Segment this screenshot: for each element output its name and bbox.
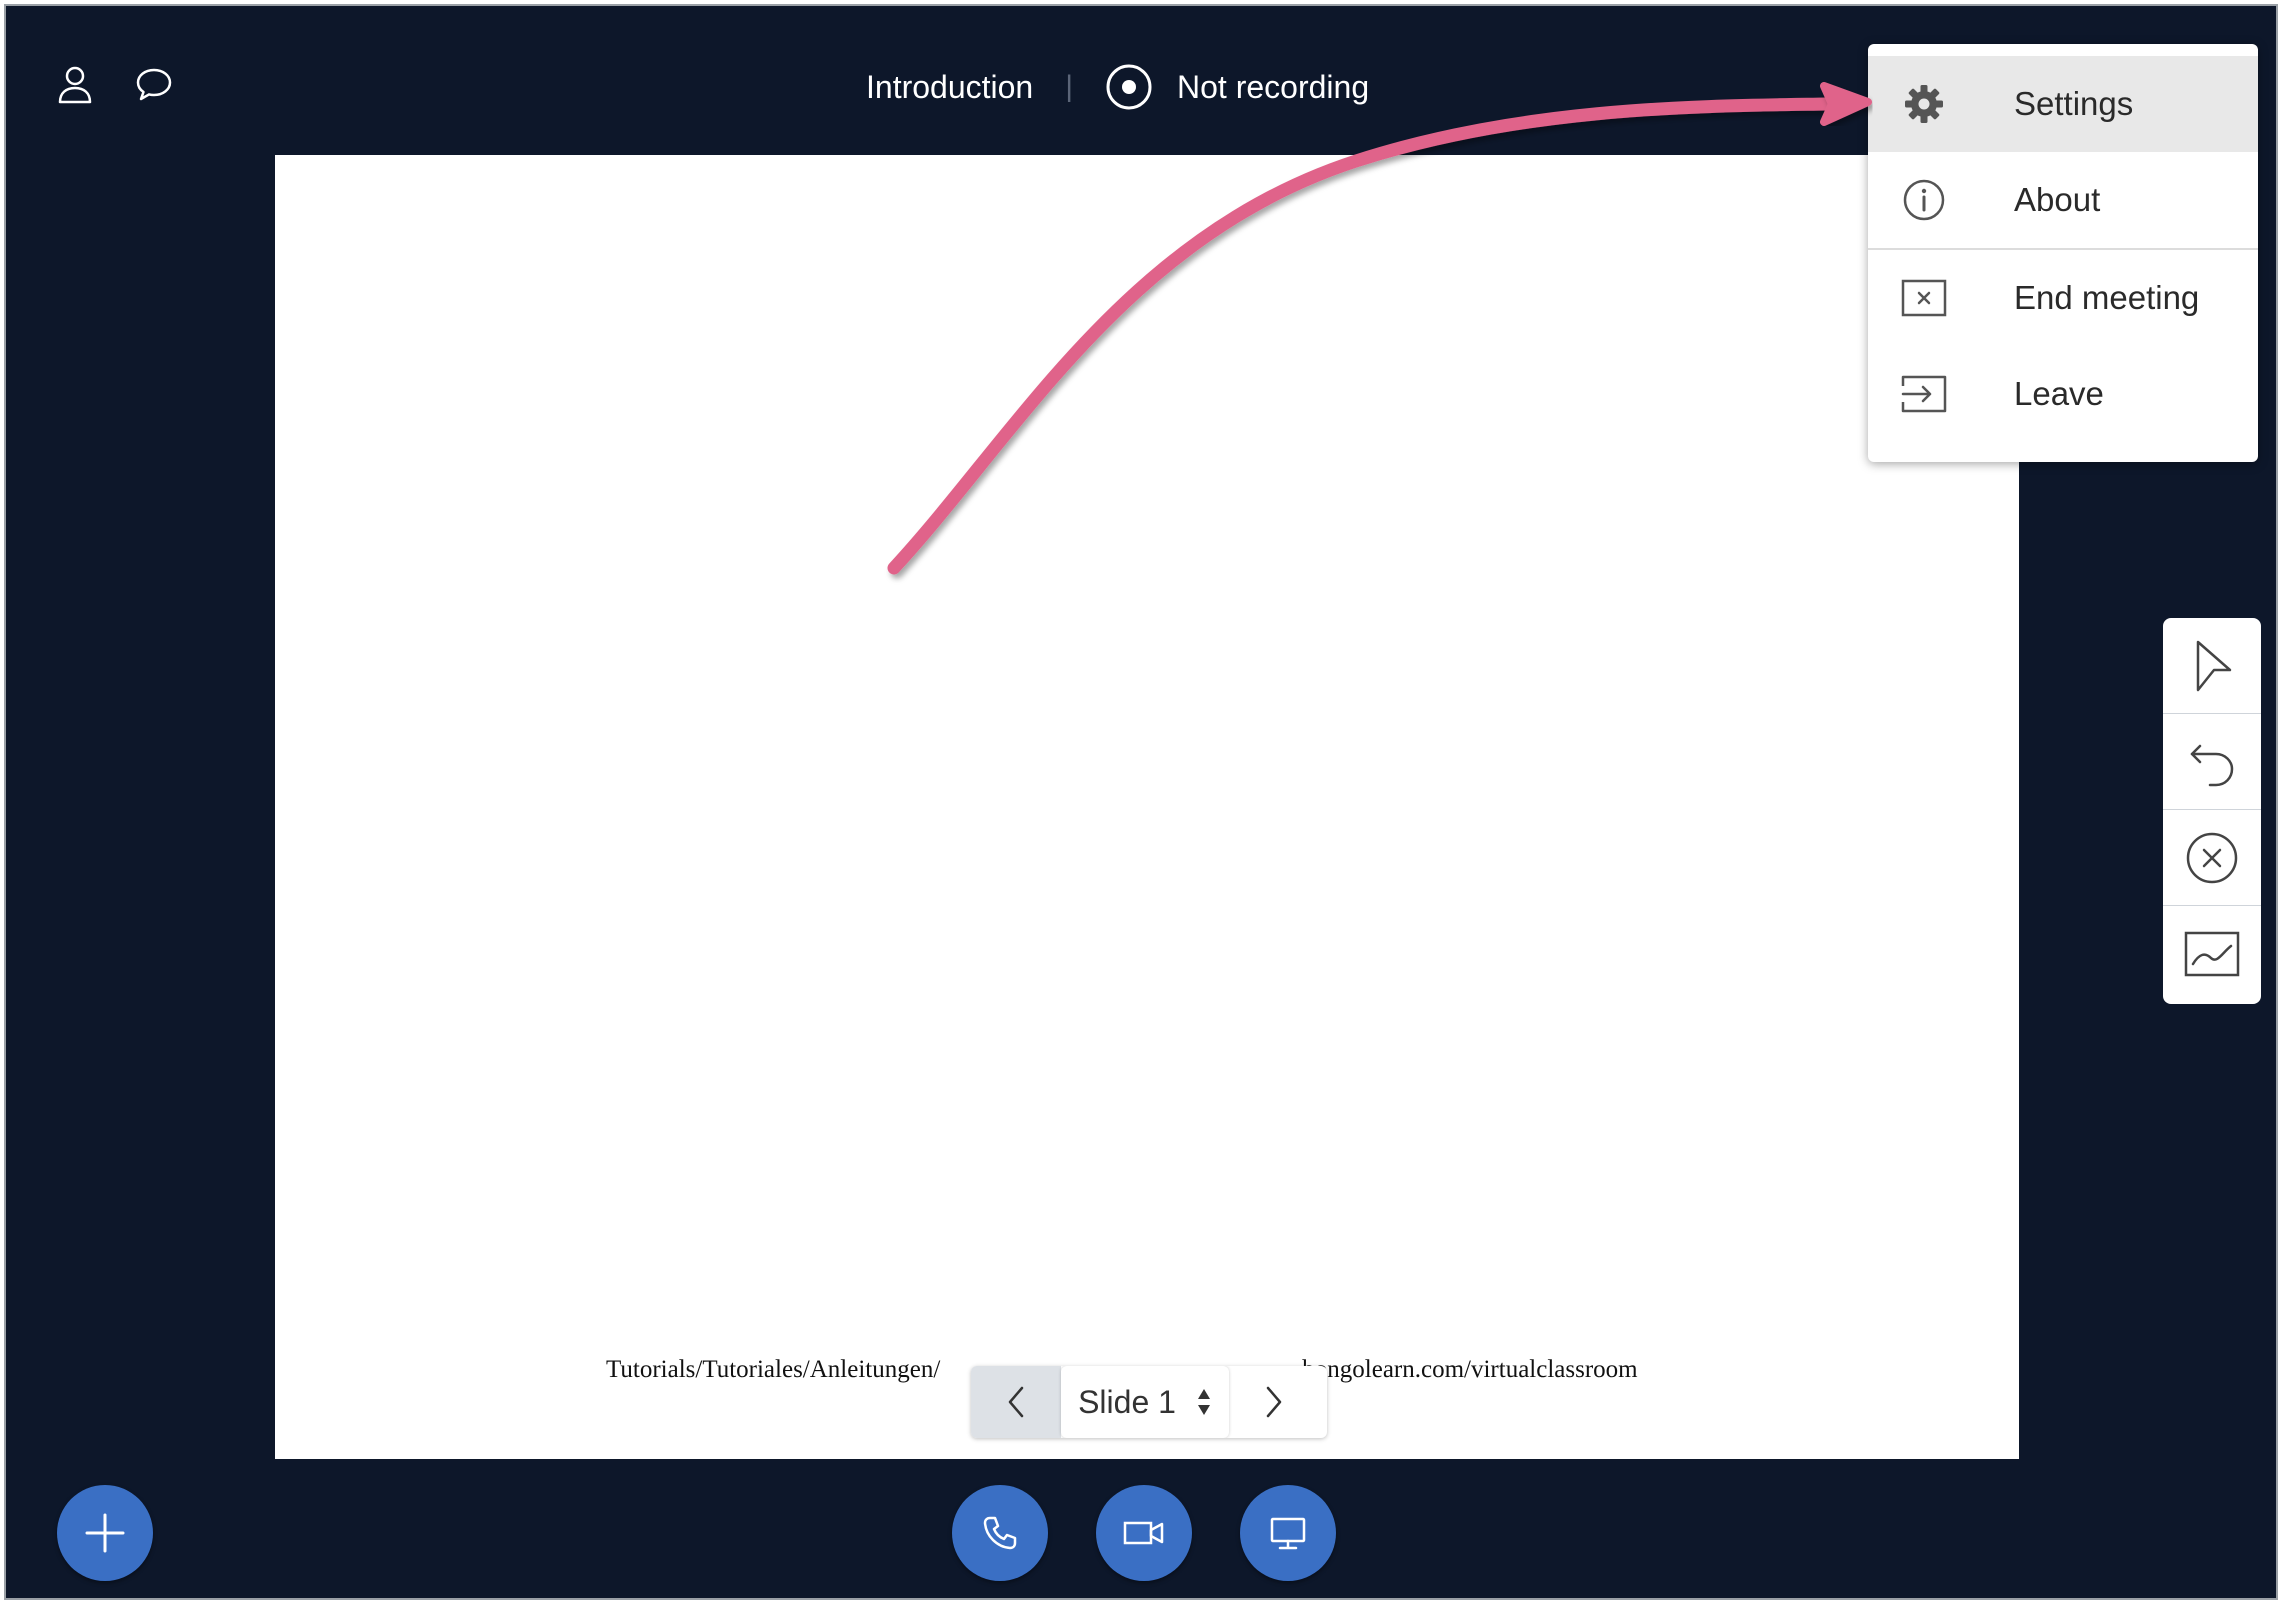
plus-icon [85,1513,125,1553]
header-separator: | [1065,70,1074,103]
join-audio-button[interactable] [952,1485,1048,1581]
presentation-title: Introduction [866,68,1034,105]
slide-select[interactable]: Slide 1 [1061,1366,1229,1438]
menu-item-label: Settings [2014,85,2134,122]
actions-plus-button[interactable] [57,1485,153,1581]
share-screen-button[interactable] [1240,1485,1336,1581]
menu-item-leave[interactable]: Leave [1868,346,2258,442]
next-slide-button[interactable] [1229,1366,1319,1438]
header-bar: Introduction | Not recording [866,60,1369,114]
menu-item-about[interactable]: About [1868,152,2258,248]
menu-item-label: Leave [2014,375,2104,412]
menu-item-end-meeting[interactable]: End meeting [1868,250,2258,346]
current-slide-label: Slide 1 [1078,1383,1176,1420]
video-camera-icon [1123,1521,1164,1545]
clear-icon [2186,832,2238,883]
slide-footer-right: bongolearn.com/virtualclassroom [1302,1356,1638,1383]
end-meeting-icon [1896,270,1952,326]
phone-icon [983,1516,1017,1550]
whiteboard-icon [2184,931,2240,977]
pointer-icon [2196,640,2232,691]
chat-bubble-icon [136,68,172,101]
recording-status: Not recording [1177,68,1370,105]
user-icon [58,66,92,104]
slide-navigation: Slide 1 [971,1366,1327,1438]
options-menu: Settings About End meeting Leave [1868,44,2258,462]
multi-user-whiteboard-button[interactable] [2163,906,2261,1002]
menu-item-settings[interactable]: Settings [1868,56,2258,152]
info-icon [1896,172,1952,228]
undo-icon [2190,744,2234,786]
record-icon[interactable] [1105,63,1153,111]
chevron-right-icon [1266,1386,1282,1418]
slide-footer-left: Tutorials/Tutoriales/Anleitungen/ [606,1356,941,1383]
undo-button[interactable] [2163,714,2261,810]
gear-icon [1896,76,1952,132]
presentation-slide[interactable] [275,155,2019,1459]
menu-item-label: About [2014,181,2101,218]
app-window: Introduction | Not recording Tutorials/T… [4,4,2278,1600]
leave-icon [1896,366,1952,422]
clear-annotations-button[interactable] [2163,810,2261,906]
previous-slide-button[interactable] [971,1366,1061,1438]
chevron-left-icon [1008,1386,1024,1418]
sort-arrows-icon [1196,1387,1212,1417]
users-button[interactable] [51,61,99,109]
screen-share-icon [1270,1517,1306,1550]
whiteboard-toolbar [2163,618,2261,1004]
pointer-tool-button[interactable] [2163,618,2261,714]
menu-item-label: End meeting [2014,279,2200,316]
share-webcam-button[interactable] [1096,1485,1192,1581]
chat-button[interactable] [130,61,178,109]
